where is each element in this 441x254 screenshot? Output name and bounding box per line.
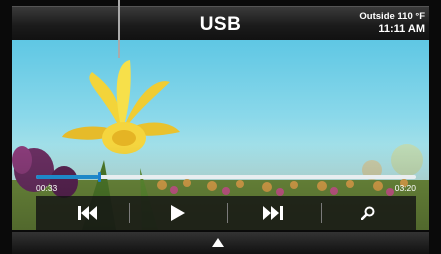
search-icon [361, 206, 375, 220]
progress-track[interactable] [36, 172, 416, 182]
head-unit-screen: USB Outside 110 °F 11:11 AM 00:33 03:20 [0, 0, 441, 254]
skip-next-icon [263, 206, 283, 220]
outside-temperature: Outside 110 °F [359, 11, 425, 22]
divider [227, 203, 228, 223]
status-info: Outside 110 °F 11:11 AM [359, 10, 425, 36]
divider [321, 203, 322, 223]
total-time: 03:20 [394, 183, 416, 193]
divider [129, 203, 130, 223]
progress-bar[interactable]: 00:33 03:20 [36, 172, 416, 195]
up-arrow-icon[interactable] [212, 238, 224, 247]
search-button[interactable] [328, 196, 408, 230]
play-button[interactable] [138, 196, 218, 230]
play-icon [171, 205, 185, 221]
elapsed-time: 00:33 [36, 183, 58, 193]
annotation-pointer-line [118, 0, 120, 58]
progress-fill [36, 175, 99, 179]
status-bar: USB Outside 110 °F 11:11 AM [12, 6, 429, 41]
previous-button[interactable] [48, 196, 128, 230]
bottom-bar[interactable] [12, 232, 429, 254]
next-button[interactable] [233, 196, 313, 230]
progress-handle[interactable] [97, 172, 101, 182]
clock: 11:11 AM [378, 23, 425, 35]
playback-controls [36, 196, 416, 230]
skip-previous-icon [78, 206, 97, 220]
